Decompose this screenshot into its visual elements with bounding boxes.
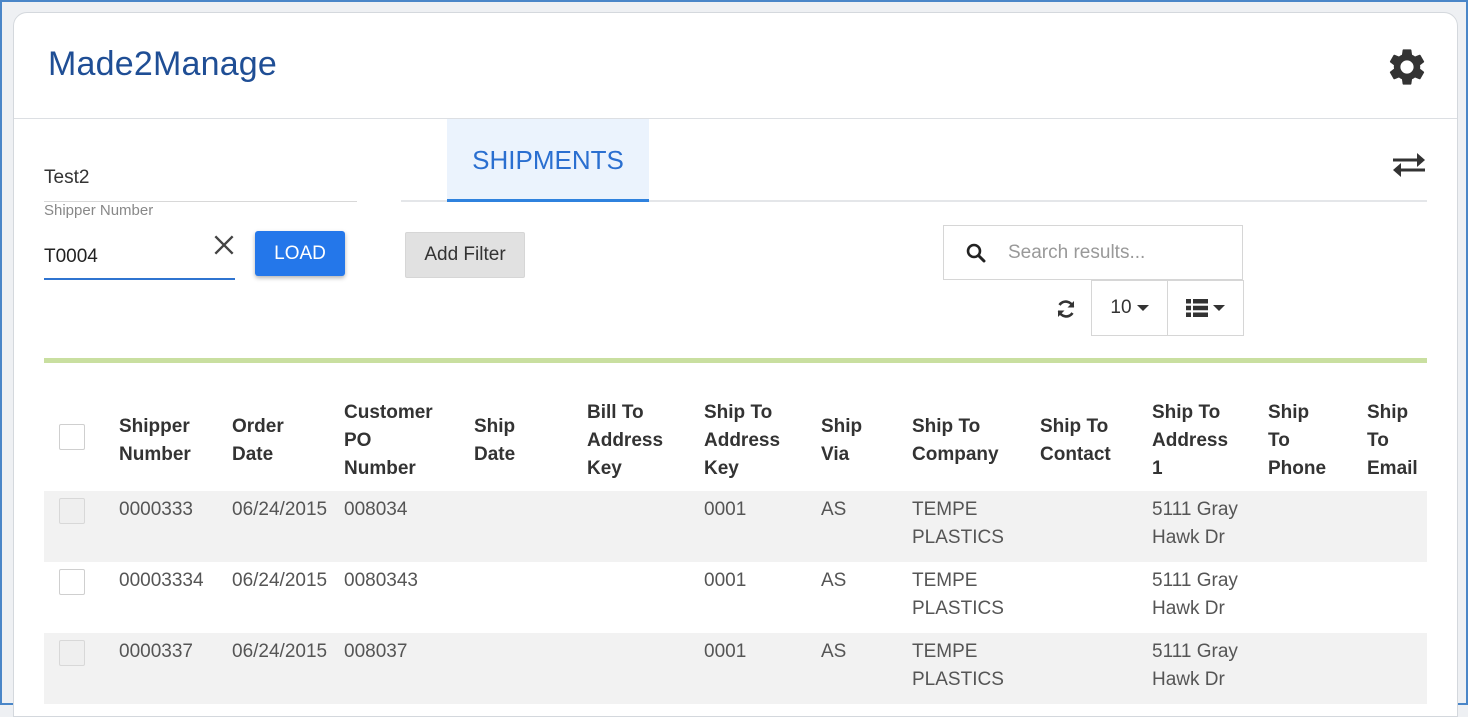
- search-icon: [966, 243, 986, 263]
- search-input[interactable]: [1008, 226, 1233, 279]
- table-cell: [1268, 633, 1367, 704]
- table-cell: 0001: [704, 570, 747, 591]
- table-cell: 0000337: [119, 641, 193, 662]
- column-header[interactable]: Ship To Address 1: [1152, 391, 1268, 491]
- refresh-icon[interactable]: [1054, 297, 1078, 321]
- chevron-down-icon: [1213, 305, 1225, 311]
- column-header[interactable]: Ship Date: [474, 391, 587, 491]
- table-cell: TEMPE PLASTICS: [912, 641, 1004, 690]
- column-header[interactable]: Shipper Number: [119, 391, 232, 491]
- page-size-dropdown[interactable]: 10: [1091, 280, 1168, 336]
- table-cell: [1040, 491, 1152, 562]
- table-body: 0000333 06/24/2015 008034 0001 AS TEMPE PLAST…: [44, 491, 1427, 704]
- table-cell: AS: [821, 499, 847, 520]
- gear-icon[interactable]: [1385, 45, 1429, 89]
- column-header[interactable]: Bill To Address Key: [587, 391, 704, 491]
- table-row[interactable]: 0000337 06/24/2015 008037 0001 AS TEMPE PLAST…: [44, 633, 1427, 704]
- table-cell: [1268, 562, 1367, 633]
- swap-arrows-icon[interactable]: [1389, 149, 1429, 181]
- table-cell: 06/24/2015: [232, 570, 328, 591]
- table-cell: AS: [821, 570, 847, 591]
- chevron-down-icon: [1136, 305, 1149, 311]
- shipper-number-input[interactable]: [44, 235, 235, 280]
- table-cell: [1367, 633, 1427, 704]
- table-row[interactable]: 0000333 06/24/2015 008034 0001 AS TEMPE PLAST…: [44, 491, 1427, 562]
- table-cell: TEMPE PLASTICS: [912, 499, 1004, 548]
- table-cell: [474, 633, 587, 704]
- table-cell: 00003334: [119, 570, 204, 591]
- table-cell: TEMPE PLASTICS: [912, 570, 1004, 619]
- table-cell: [1367, 491, 1427, 562]
- table-header-row: Shipper Number Order Date Customer PO Nu…: [44, 391, 1427, 491]
- table-cell: [1268, 491, 1367, 562]
- app-header: Made2Manage: [14, 13, 1457, 119]
- app-card: Made2Manage Test2 Shipper Number LOAD SH…: [13, 12, 1458, 717]
- column-header[interactable]: Ship To Contact: [1040, 391, 1152, 491]
- close-icon[interactable]: [211, 232, 237, 258]
- column-header[interactable]: Ship To Company: [912, 391, 1040, 491]
- profile-name: Test2: [44, 167, 90, 188]
- table-cell: [1040, 633, 1152, 704]
- table-cell: 06/24/2015: [232, 499, 328, 520]
- table-row[interactable]: 00003334 06/24/2015 0080343 0001 AS TEMPE PLA…: [44, 562, 1427, 633]
- table-cell: 0001: [704, 641, 747, 662]
- table-cell: 0001: [704, 499, 747, 520]
- columns-dropdown[interactable]: [1168, 280, 1244, 336]
- column-header[interactable]: Customer PO Number: [344, 391, 474, 491]
- table-cell: [1367, 562, 1427, 633]
- table-cell: 008037: [344, 641, 408, 662]
- add-filter-button[interactable]: Add Filter: [405, 232, 525, 278]
- row-checkbox[interactable]: [59, 640, 85, 666]
- table-cell: 0080343: [344, 570, 418, 591]
- table-cell: [474, 562, 587, 633]
- select-all-checkbox[interactable]: [59, 423, 85, 450]
- table-cell: 0000333: [119, 499, 193, 520]
- window-frame: Made2Manage Test2 Shipper Number LOAD SH…: [0, 0, 1468, 717]
- table-cell: 5111 Gray Hawk Dr: [1152, 570, 1238, 619]
- row-checkbox[interactable]: [59, 498, 85, 524]
- table-cell: [1040, 562, 1152, 633]
- search-box: [943, 225, 1243, 280]
- column-header[interactable]: Ship To Email: [1367, 391, 1427, 491]
- table-cell: 06/24/2015: [232, 641, 328, 662]
- column-header[interactable]: Ship To Phone: [1268, 391, 1367, 491]
- row-checkbox[interactable]: [59, 569, 85, 595]
- column-header[interactable]: Ship Via: [821, 391, 912, 491]
- load-button[interactable]: LOAD: [255, 231, 345, 276]
- table-cell: [587, 633, 704, 704]
- shipments-table: Shipper Number Order Date Customer PO Nu…: [44, 391, 1427, 704]
- table-cell: 008034: [344, 499, 408, 520]
- table-cell: [474, 491, 587, 562]
- column-header[interactable]: Ship To Address Key: [704, 391, 821, 491]
- table-cell: AS: [821, 641, 847, 662]
- app-title: Made2Manage: [48, 45, 278, 83]
- column-header[interactable]: Order Date: [232, 391, 344, 491]
- loading-progress-bar: [44, 358, 1427, 363]
- table-cell: [587, 491, 704, 562]
- shipper-number-label: Shipper Number: [44, 202, 154, 219]
- table-cell: 5111 Gray Hawk Dr: [1152, 641, 1238, 690]
- page-size-value: 10: [1110, 297, 1132, 318]
- table-cell: [587, 562, 704, 633]
- table-cell: 5111 Gray Hawk Dr: [1152, 499, 1238, 548]
- list-columns-icon: [1186, 299, 1208, 317]
- tab-shipments[interactable]: SHIPMENTS: [447, 119, 649, 202]
